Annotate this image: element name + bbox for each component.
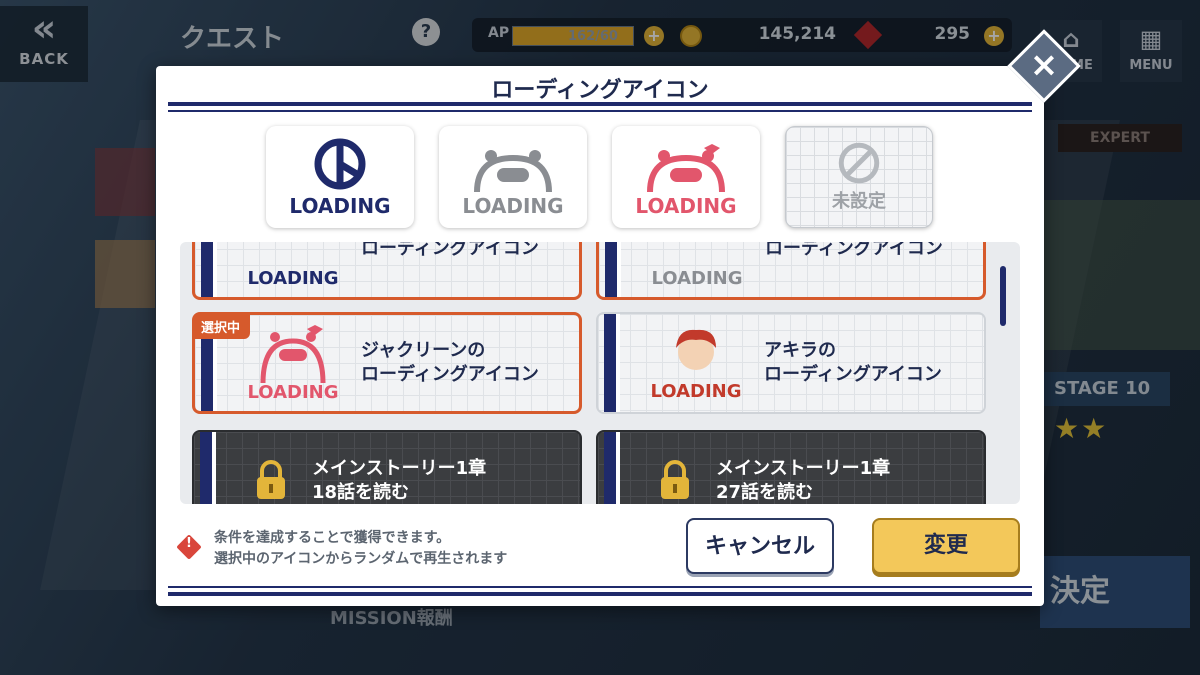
card-icon-label: LOADING bbox=[247, 268, 339, 289]
card-label-line: ローディングアイコン bbox=[361, 364, 539, 385]
info-note: 条件を達成することで獲得できます。 選択中のアイコンからランダムで再生されます bbox=[214, 528, 507, 570]
preview-slot-1[interactable]: LOADING bbox=[266, 126, 414, 228]
unlock-condition-line: 27話を読む bbox=[716, 482, 814, 503]
exclamation-icon: ! bbox=[186, 536, 192, 551]
card-label: ローディングアイコン bbox=[765, 242, 975, 297]
bear-bow-icon bbox=[647, 144, 725, 192]
title-divider bbox=[168, 102, 1032, 112]
card-stripe bbox=[605, 242, 621, 297]
icon-card-locked[interactable]: メインストーリー1章 18話を読む bbox=[192, 430, 582, 504]
preview-slot-4-unset[interactable]: 未設定 bbox=[785, 126, 933, 228]
preview-label: LOADING bbox=[635, 194, 737, 218]
icon-card-locked[interactable]: メインストーリー1章 27話を読む bbox=[596, 430, 986, 504]
preview-slot-3[interactable]: LOADING bbox=[612, 126, 760, 228]
change-button[interactable]: 変更 bbox=[872, 518, 1020, 574]
preview-slot-2[interactable]: LOADING bbox=[439, 126, 587, 228]
card-icon-label: LOADING bbox=[651, 268, 743, 289]
card-stripe bbox=[200, 432, 216, 504]
icon-card[interactable]: LOADING ローディングアイコン bbox=[192, 242, 582, 300]
bear-bow-icon: LOADING bbox=[233, 323, 353, 403]
card-label: ジャクリーンの ローディングアイコン bbox=[361, 315, 571, 411]
lock-icon bbox=[257, 460, 285, 499]
card-label-line: アキラの bbox=[764, 340, 836, 361]
card-icon-label: LOADING bbox=[247, 382, 339, 403]
preview-label: LOADING bbox=[289, 194, 391, 218]
note-line: 条件を達成することで獲得できます。 bbox=[214, 530, 451, 546]
unlock-condition-line: メインストーリー1章 bbox=[716, 458, 891, 479]
card-label: ローディングアイコン bbox=[361, 242, 571, 297]
card-label-line: ローディングアイコン bbox=[764, 364, 942, 385]
prohibited-icon bbox=[838, 142, 880, 184]
selected-badge: 選択中 bbox=[195, 315, 251, 339]
cancel-button[interactable]: キャンセル bbox=[686, 518, 834, 574]
close-icon[interactable]: × bbox=[1018, 40, 1070, 92]
bottom-divider bbox=[168, 586, 1032, 596]
icon-card[interactable]: LOADING アキラの ローディングアイコン bbox=[596, 312, 986, 414]
card-stripe bbox=[604, 314, 620, 412]
icon-card-selected[interactable]: LOADING ジャクリーンの ローディングアイコン 選択中 bbox=[192, 312, 582, 414]
bear-icon bbox=[474, 150, 552, 192]
card-label: アキラの ローディングアイコン bbox=[764, 314, 974, 412]
card-stripe bbox=[604, 432, 620, 504]
bear-icon: LOADING bbox=[637, 242, 757, 289]
card-label: メインストーリー1章 18話を読む bbox=[312, 432, 572, 504]
note-line: 選択中のアイコンからランダムで再生されます bbox=[214, 551, 508, 567]
loading-logo-icon: LOADING bbox=[233, 242, 353, 289]
lock-icon bbox=[661, 460, 689, 499]
dialog-title: ローディングアイコン bbox=[491, 78, 709, 103]
icon-list[interactable]: LOADING ローディングアイコン LOADING ローディングアイコン LO… bbox=[180, 242, 1020, 504]
loading-icon-dialog: ローディングアイコン LOADING LOADING LOADING 未設定 L… bbox=[156, 66, 1044, 606]
loading-logo-icon bbox=[314, 138, 366, 190]
character-akira-icon: LOADING bbox=[636, 322, 756, 402]
preview-unset-label: 未設定 bbox=[832, 191, 886, 212]
bear-bow-glyph bbox=[260, 325, 326, 384]
card-label: メインストーリー1章 27話を読む bbox=[716, 432, 976, 504]
unlock-condition-line: 18話を読む bbox=[312, 482, 410, 503]
card-label-line: ジャクリーンの bbox=[361, 340, 486, 361]
card-stripe bbox=[201, 242, 217, 297]
card-icon-label: LOADING bbox=[650, 381, 742, 402]
list-scrollbar[interactable] bbox=[1000, 266, 1006, 326]
card-label-line: ローディングアイコン bbox=[361, 242, 539, 259]
icon-card[interactable]: LOADING ローディングアイコン bbox=[596, 242, 986, 300]
card-label-line: ローディングアイコン bbox=[765, 242, 943, 259]
preview-label: LOADING bbox=[462, 194, 564, 218]
unlock-condition-line: メインストーリー1章 bbox=[312, 458, 487, 479]
character-face-glyph bbox=[676, 329, 716, 370]
